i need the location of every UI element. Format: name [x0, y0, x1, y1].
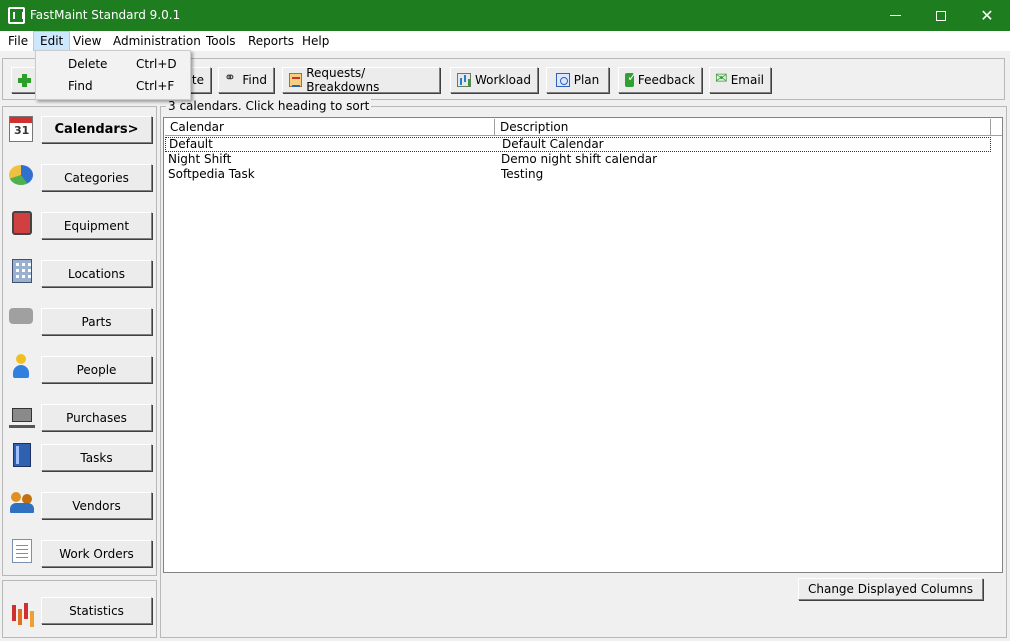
- person-icon: [9, 354, 35, 380]
- plan-button[interactable]: Plan: [546, 67, 609, 93]
- requests-breakdowns-button[interactable]: Requests/ Breakdowns: [282, 66, 440, 94]
- group-icon: [9, 490, 35, 516]
- close-icon: ✕: [980, 6, 994, 25]
- close-button[interactable]: ✕: [964, 0, 1010, 31]
- fastmaint-app-icon: [8, 7, 25, 24]
- column-header-filler: [991, 119, 1002, 136]
- menu-item-delete-shortcut: Ctrl+D: [136, 57, 177, 71]
- record-count-status: 3 calendars. Click heading to sort: [166, 99, 372, 113]
- sidebar-item-vendors[interactable]: Vendors: [41, 492, 152, 519]
- column-header-description[interactable]: Description: [495, 119, 991, 136]
- menu-file[interactable]: File: [2, 31, 34, 51]
- table-row[interactable]: Softpedia Task Testing: [165, 167, 991, 182]
- menu-item-find-label: Find: [68, 79, 93, 93]
- cell-description: Default Calendar: [502, 137, 604, 151]
- cell-description: Testing: [501, 167, 544, 181]
- maximize-icon: [936, 10, 946, 21]
- checkmark-icon: [625, 70, 637, 87]
- find-button-label: Find: [242, 73, 267, 87]
- book-icon: [13, 443, 31, 467]
- email-button-label: Email: [730, 73, 764, 87]
- delete-button-label: te: [191, 73, 204, 87]
- clipboard-icon: [289, 73, 303, 87]
- sidebar-item-equipment[interactable]: Equipment: [41, 212, 152, 239]
- find-button[interactable]: Find: [218, 67, 274, 93]
- requests-button-label: Requests/ Breakdowns: [306, 66, 380, 94]
- cart-icon: [9, 402, 35, 428]
- glasses-icon: [224, 70, 238, 87]
- cell-calendar: Softpedia Task: [168, 167, 255, 181]
- calendars-table[interactable]: Calendar Description Default Default Cal…: [163, 117, 1003, 573]
- menu-item-find[interactable]: Find Ctrl+F: [36, 75, 190, 97]
- menu-bar: File Edit View Administration Tools Repo…: [0, 31, 1010, 51]
- menu-item-find-shortcut: Ctrl+F: [136, 79, 175, 93]
- sidebar-item-calendars[interactable]: Calendars>: [41, 116, 152, 143]
- statistics-panel: Statistics: [2, 580, 157, 638]
- building-icon: [12, 259, 32, 283]
- menu-view[interactable]: View: [67, 31, 107, 51]
- cell-description: Demo night shift calendar: [501, 152, 658, 166]
- menu-item-delete-label: Delete: [68, 57, 108, 71]
- title-bar: FastMaint Standard 9.0.1 ✕: [0, 0, 1010, 31]
- menu-administration[interactable]: Administration: [107, 31, 207, 51]
- parts-icon: [9, 308, 33, 324]
- feedback-button-label: Feedback: [637, 73, 695, 87]
- email-icon: [715, 69, 727, 87]
- minimize-button[interactable]: [872, 0, 918, 31]
- sidebar-item-people[interactable]: People: [41, 356, 152, 383]
- table-row[interactable]: Night Shift Demo night shift calendar: [165, 152, 991, 167]
- cell-calendar: Night Shift: [168, 152, 232, 166]
- cell-calendar: Default: [169, 137, 213, 151]
- menu-item-delete[interactable]: Delete Ctrl+D: [36, 53, 190, 75]
- menu-reports[interactable]: Reports: [242, 31, 300, 51]
- calendar-icon: [9, 116, 33, 142]
- change-displayed-columns-button[interactable]: Change Displayed Columns: [798, 578, 983, 600]
- document-icon: [12, 539, 32, 563]
- sidebar-item-locations[interactable]: Locations: [41, 260, 152, 287]
- feedback-button[interactable]: Feedback: [618, 67, 702, 93]
- plan-button-label: Plan: [573, 73, 600, 87]
- email-button[interactable]: Email: [709, 67, 771, 93]
- bar-chart-icon: [9, 597, 35, 623]
- menu-tools[interactable]: Tools: [200, 31, 242, 51]
- table-row[interactable]: Default Default Calendar: [165, 137, 991, 152]
- sidebar-item-categories[interactable]: Categories: [41, 164, 152, 191]
- menu-edit[interactable]: Edit: [33, 31, 71, 51]
- sidebar-item-parts[interactable]: Parts: [41, 308, 152, 335]
- statistics-button[interactable]: Statistics: [41, 597, 152, 624]
- plan-icon: [555, 73, 570, 87]
- sidebar: Calendars> Categories Equipment Location…: [2, 106, 157, 576]
- menu-help[interactable]: Help: [296, 31, 335, 51]
- minimize-icon: [889, 15, 901, 16]
- edit-dropdown-menu: Delete Ctrl+D Find Ctrl+F: [35, 50, 191, 100]
- pie-chart-icon: [9, 165, 33, 185]
- maximize-button[interactable]: [918, 0, 964, 31]
- new-button[interactable]: [11, 67, 37, 93]
- sidebar-item-tasks[interactable]: Tasks: [41, 444, 152, 471]
- sidebar-item-work-orders[interactable]: Work Orders: [41, 540, 152, 567]
- plus-icon: [17, 73, 31, 87]
- column-header-calendar[interactable]: Calendar: [165, 119, 495, 136]
- workload-chart-icon: [457, 73, 471, 87]
- equipment-icon: [12, 211, 32, 235]
- workload-button[interactable]: Workload: [450, 67, 538, 93]
- window-title: FastMaint Standard 9.0.1: [30, 8, 181, 22]
- sidebar-item-purchases[interactable]: Purchases: [41, 404, 152, 431]
- workload-button-label: Workload: [474, 73, 531, 87]
